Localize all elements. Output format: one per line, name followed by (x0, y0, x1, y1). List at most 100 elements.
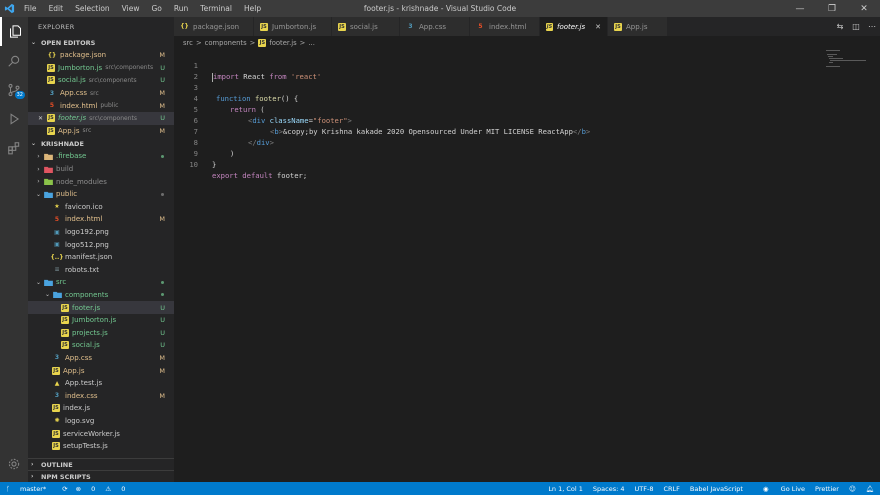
git-status-badge: U (160, 76, 165, 85)
tree-file[interactable]: JS App.js M (28, 364, 174, 377)
breadcrumb-symbol[interactable]: ... (308, 39, 314, 47)
tree-file[interactable]: ✺ logo.svg (28, 415, 174, 428)
code-line: 3 function footer() { (174, 71, 299, 103)
outline-header[interactable]: › OUTLINE (28, 458, 174, 470)
sync-icon[interactable]: ⟳ (62, 485, 67, 493)
menu-edit[interactable]: Edit (43, 0, 70, 17)
compare-icon[interactable]: ⇆ (832, 22, 848, 31)
tree-file[interactable]: ▲ App.test.js (28, 377, 174, 390)
close-icon[interactable]: ✕ (38, 115, 47, 122)
project-header[interactable]: ⌄ KRISHNADE (28, 138, 174, 150)
tree-folder[interactable]: › node_modules (28, 175, 174, 188)
tree-folder[interactable]: › build (28, 163, 174, 176)
open-editor-item[interactable]: JS App.js src M (28, 125, 174, 138)
close-tab-icon[interactable]: ✕ (595, 23, 601, 31)
problems-indicator[interactable]: ⊗ 0 ⚠ 0 (76, 485, 134, 493)
tree-folder[interactable]: ⌄ src (28, 276, 174, 289)
file-path: src (90, 89, 99, 97)
tree-folder[interactable]: ⌄ public (28, 188, 174, 201)
chevron-down-icon: ⌄ (35, 278, 42, 286)
explorer-activity[interactable] (0, 17, 28, 46)
close-window-button[interactable]: ✕ (848, 0, 880, 17)
go-live-button[interactable]: ◉ Go Live (753, 485, 805, 493)
tree-file[interactable]: JS footer.js U (28, 301, 174, 314)
restore-button[interactable]: ❐ (816, 0, 848, 17)
breadcrumb-components[interactable]: components (205, 39, 247, 47)
tree-file[interactable]: JS index.js (28, 402, 174, 415)
tab-package-json[interactable]: {} package.json (174, 17, 254, 36)
language-mode[interactable]: Babel JavaScript (690, 485, 743, 493)
open-editor-item[interactable]: ✕ JS footer.js src\components U (28, 111, 174, 125)
search-activity[interactable] (0, 46, 28, 75)
tree-file[interactable]: {..} manifest.json (28, 251, 174, 264)
line-ending[interactable]: CRLF (663, 485, 679, 493)
tab-social-js[interactable]: JS social.js (332, 17, 400, 36)
git-status-badge: U (160, 328, 165, 337)
breadcrumb-file[interactable]: footer.js (269, 39, 296, 47)
chevron-down-icon: ⌄ (31, 140, 37, 148)
tree-file[interactable]: ≡ robots.txt (28, 264, 174, 277)
file-name: serviceWorker.js (63, 429, 120, 438)
open-editors-header[interactable]: ⌄ OPEN EDITORS (28, 37, 174, 49)
indentation[interactable]: Spaces: 4 (593, 485, 625, 493)
menu-help[interactable]: Help (238, 0, 267, 17)
tree-file[interactable]: 5 index.html M (28, 213, 174, 226)
git-branch-icon: ᚴ (6, 484, 12, 493)
encoding[interactable]: UTF-8 (635, 485, 654, 493)
tree-file[interactable]: ▣ logo192.png (28, 226, 174, 239)
menu-run[interactable]: Run (168, 0, 194, 17)
tree-file[interactable]: ★ favicon.ico (28, 201, 174, 214)
open-editor-item[interactable]: {} package.json M (28, 49, 174, 62)
tab-index-html[interactable]: 5 index.html (470, 17, 540, 36)
minimap[interactable] (826, 49, 866, 69)
file-path: public (100, 102, 119, 110)
manage-activity[interactable] (0, 449, 28, 478)
split-editor-icon[interactable]: ◫ (848, 22, 864, 31)
minimize-button[interactable]: — (784, 0, 816, 17)
notifications-icon[interactable]: 🔔︎ (866, 485, 874, 493)
git-status-badge: M (159, 101, 165, 110)
extensions-activity[interactable] (0, 133, 28, 162)
tree-folder[interactable]: › .firebase (28, 150, 174, 163)
editor-tabs: {} package.json JS Jumborton.js JS social.js 3… (174, 17, 880, 36)
prettier-status[interactable]: Prettier (815, 485, 839, 493)
tab-jumborton-js[interactable]: JS Jumborton.js (254, 17, 332, 36)
open-editor-item[interactable]: 3 App.css src M (28, 87, 174, 100)
breadcrumb-separator: > (299, 38, 306, 47)
js-icon: JS (52, 429, 60, 438)
tab-app-js[interactable]: JS App.js (608, 17, 668, 36)
folder-name: node_modules (56, 177, 107, 186)
tree-file[interactable]: JS projects.js U (28, 326, 174, 339)
explorer-sidebar: EXPLORER ⌄ OPEN EDITORS {} package.json M J… (28, 17, 174, 482)
js-icon: JS (258, 38, 267, 47)
breadcrumb-src[interactable]: src (183, 39, 193, 47)
source-control-activity[interactable]: 32 (0, 75, 28, 104)
tree-file[interactable]: ▣ logo512.png (28, 238, 174, 251)
open-editor-item[interactable]: 5 index.html public M (28, 99, 174, 112)
tree-file[interactable]: 3 App.css M (28, 352, 174, 365)
menu-go[interactable]: Go (145, 0, 167, 17)
menu-selection[interactable]: Selection (69, 0, 116, 17)
open-editor-item[interactable]: JS social.js src\components U (28, 74, 174, 87)
tree-file[interactable]: 3 index.css M (28, 389, 174, 402)
tab-app-css[interactable]: 3 App.css (400, 17, 470, 36)
open-editor-item[interactable]: JS Jumborton.js src\components U (28, 62, 174, 75)
run-activity[interactable] (0, 104, 28, 133)
tree-file[interactable]: JS social.js U (28, 339, 174, 352)
braces-icon: {..} (50, 253, 64, 261)
file-name: index.css (65, 391, 98, 400)
code-editor[interactable]: 1 import React from 'react' 2 3 function… (174, 49, 880, 482)
menu-terminal[interactable]: Terminal (194, 0, 238, 17)
menu-file[interactable]: File (18, 0, 43, 17)
npm-scripts-header[interactable]: › NPM SCRIPTS (28, 470, 174, 482)
branch-indicator[interactable]: ᚴ master* (6, 485, 54, 493)
tab-footer-js[interactable]: JS footer.js ✕ (540, 17, 608, 36)
tree-file[interactable]: JS Jumborton.js U (28, 314, 174, 327)
cursor-position[interactable]: Ln 1, Col 1 (548, 485, 583, 493)
tree-folder[interactable]: ⌄ components (28, 289, 174, 302)
tree-file[interactable]: JS setupTests.js (28, 440, 174, 453)
tree-file[interactable]: JS serviceWorker.js (28, 427, 174, 440)
menu-view[interactable]: View (116, 0, 146, 17)
feedback-icon[interactable]: ☺ (849, 485, 856, 493)
more-actions-icon[interactable]: ⋯ (864, 22, 880, 31)
